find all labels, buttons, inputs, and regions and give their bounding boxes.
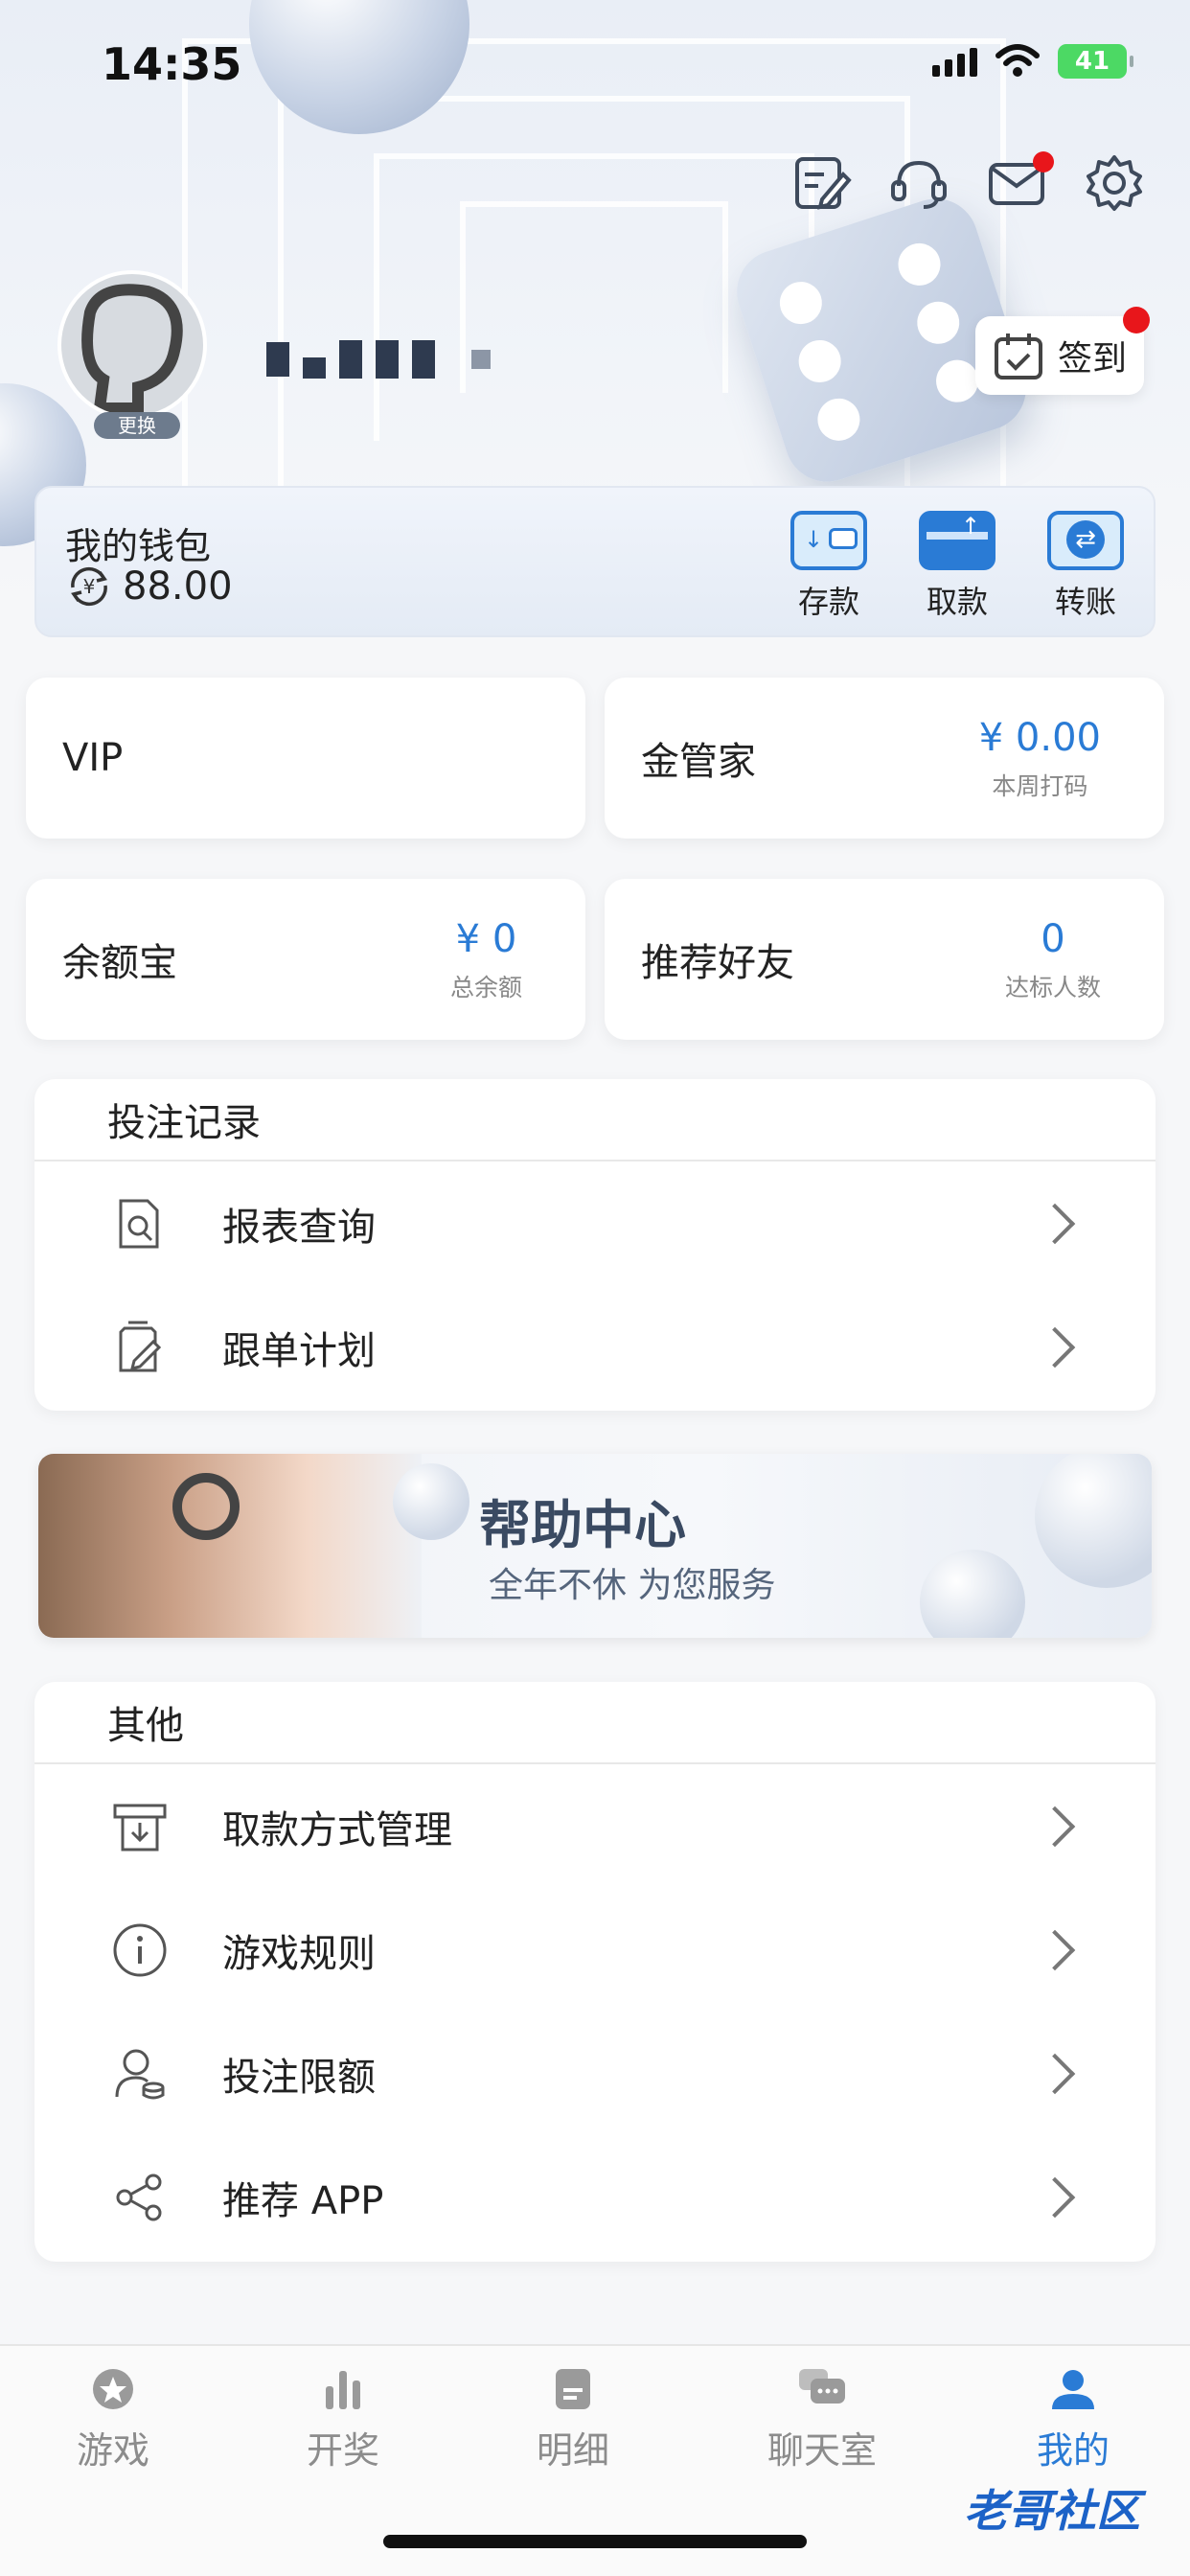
steward-sub: 本周打码	[992, 772, 1088, 800]
avatar-image	[57, 270, 207, 420]
tab-lottery-results[interactable]: 开奖	[247, 2367, 439, 2473]
list-item-label: 投注限额	[222, 2055, 376, 2100]
refresh-yuan-icon[interactable]: ¥	[65, 564, 113, 609]
deposit-button[interactable]: ↓ 存款	[788, 511, 870, 622]
report-search-icon	[119, 1199, 159, 1248]
referral-value: 0	[1041, 917, 1065, 961]
list-item-label: 推荐 APP	[222, 2178, 384, 2223]
chevron-right-icon	[1034, 1203, 1076, 1244]
follow-plan-icon	[119, 1321, 162, 1371]
tab-label: 游戏	[76, 2429, 149, 2472]
help-center-banner[interactable]: 帮助中心 全年不休 为您服务	[38, 1454, 1152, 1638]
list-item-withdraw-method[interactable]: 取款方式管理	[34, 1764, 1156, 1888]
customer-service-photo	[38, 1454, 422, 1638]
settings-gear-icon[interactable]	[1083, 151, 1146, 215]
chevron-right-icon	[1034, 1929, 1076, 1970]
list-item-label: 取款方式管理	[222, 1807, 452, 1852]
others-section: 其他 取款方式管理 游戏规则 投注限额 推荐 APP	[34, 1682, 1156, 2262]
header-toolbar	[790, 151, 1146, 215]
chart-bars-icon	[326, 2371, 360, 2409]
edit-icon[interactable]	[790, 151, 853, 215]
share-icon	[116, 2174, 162, 2220]
referral-sub: 达标人数	[1004, 974, 1101, 1001]
chevron-right-icon	[1034, 1806, 1076, 1847]
bet-limit-icon	[115, 2049, 165, 2099]
watermark-logo: 老哥社区	[964, 2485, 1140, 2537]
wifi-icon	[995, 44, 1040, 77]
info-icon	[113, 1923, 167, 1976]
withdraw-method-icon	[113, 1804, 167, 1851]
status-icons: 41	[932, 44, 1133, 79]
withdraw-label: 取款	[926, 584, 988, 620]
checkin-label: 签到	[1057, 339, 1127, 379]
list-item-game-rules[interactable]: 游戏规则	[34, 1888, 1156, 2012]
cellular-signal-icon	[932, 46, 977, 77]
wallet-title: 我的钱包	[65, 525, 212, 567]
vip-card[interactable]: VIP	[26, 678, 585, 839]
vip-label: VIP	[62, 736, 124, 780]
bet-records-section: 投注记录 报表查询 跟单计划	[34, 1079, 1156, 1411]
yuebao-card[interactable]: 余额宝 ¥ 0 总余额	[26, 879, 585, 1040]
user-icon	[1052, 2370, 1094, 2409]
checkin-button[interactable]: 签到	[975, 307, 1150, 395]
chevron-right-icon	[1034, 1326, 1076, 1368]
deposit-label: 存款	[797, 584, 859, 620]
list-item-follow-plan[interactable]: 跟单计划	[34, 1285, 1156, 1409]
tab-details[interactable]: 明细	[477, 2367, 669, 2473]
steward-label: 金管家	[641, 740, 756, 784]
battery-icon: 41	[1058, 44, 1133, 79]
document-icon	[556, 2369, 590, 2409]
headset-icon	[172, 1473, 240, 1540]
yuebao-sub: 总余额	[449, 974, 522, 1001]
list-item-report[interactable]: 报表查询	[34, 1162, 1156, 1285]
wallet-balance: ¥ 88.00	[65, 564, 233, 609]
wallet-card: 我的钱包 ¥ 88.00 ↓ 存款 ↑ 取款 ⇄ 转账	[34, 486, 1156, 637]
checkin-badge	[1123, 307, 1150, 334]
yuebao-label: 余额宝	[62, 941, 177, 985]
banner-subtitle: 全年不休 为您服务	[489, 1566, 776, 1605]
tab-label: 聊天室	[767, 2429, 877, 2472]
calendar-check-icon	[994, 334, 1042, 380]
list-item-label: 游戏规则	[222, 1931, 376, 1976]
home-indicator	[383, 2535, 807, 2548]
customer-service-icon[interactable]	[887, 151, 950, 215]
list-item-label: 跟单计划	[222, 1328, 376, 1373]
withdraw-card-icon: ↑	[919, 511, 995, 570]
list-item-recommend-app[interactable]: 推荐 APP	[34, 2135, 1156, 2259]
wallet-balance-value: 88.00	[123, 564, 233, 609]
tab-label: 明细	[536, 2429, 609, 2472]
deposit-icon: ↓	[790, 511, 867, 570]
referral-label: 推荐好友	[641, 941, 794, 985]
referral-card[interactable]: 推荐好友 0 达标人数	[605, 879, 1164, 1040]
list-item-bet-limit[interactable]: 投注限额	[34, 2012, 1156, 2135]
transfer-icon: ⇄	[1047, 511, 1124, 570]
username-masked	[266, 340, 491, 379]
status-time: 14:35	[102, 38, 242, 90]
battery-level: 41	[1074, 47, 1110, 76]
game-icon	[93, 2369, 133, 2409]
yuebao-value: ¥ 0	[455, 917, 517, 961]
others-title: 其他	[34, 1682, 1156, 1764]
tab-label: 开奖	[306, 2429, 379, 2472]
avatar-change-label[interactable]: 更换	[94, 412, 180, 439]
tab-chatroom[interactable]: 聊天室	[726, 2367, 918, 2473]
list-item-label: 报表查询	[222, 1205, 376, 1250]
message-icon[interactable]	[985, 151, 1054, 215]
chat-icon	[799, 2369, 845, 2404]
tab-mine[interactable]: 我的	[977, 2367, 1169, 2473]
chevron-right-icon	[1034, 2176, 1076, 2218]
message-badge	[1033, 151, 1054, 172]
bet-records-title: 投注记录	[34, 1079, 1156, 1162]
steward-card[interactable]: 金管家 ¥ 0.00 本周打码	[605, 678, 1164, 839]
steward-value: ¥ 0.00	[978, 716, 1101, 760]
chevron-right-icon	[1034, 2053, 1076, 2094]
tab-label: 我的	[1036, 2429, 1110, 2472]
transfer-label: 转账	[1054, 584, 1116, 620]
banner-title: 帮助中心	[479, 1495, 686, 1555]
transfer-button[interactable]: ⇄ 转账	[1044, 511, 1127, 622]
avatar[interactable]: 更换	[57, 270, 211, 439]
withdraw-button[interactable]: ↑ 取款	[916, 511, 998, 622]
tab-game[interactable]: 游戏	[17, 2367, 209, 2473]
svg-text:¥: ¥	[83, 575, 96, 598]
